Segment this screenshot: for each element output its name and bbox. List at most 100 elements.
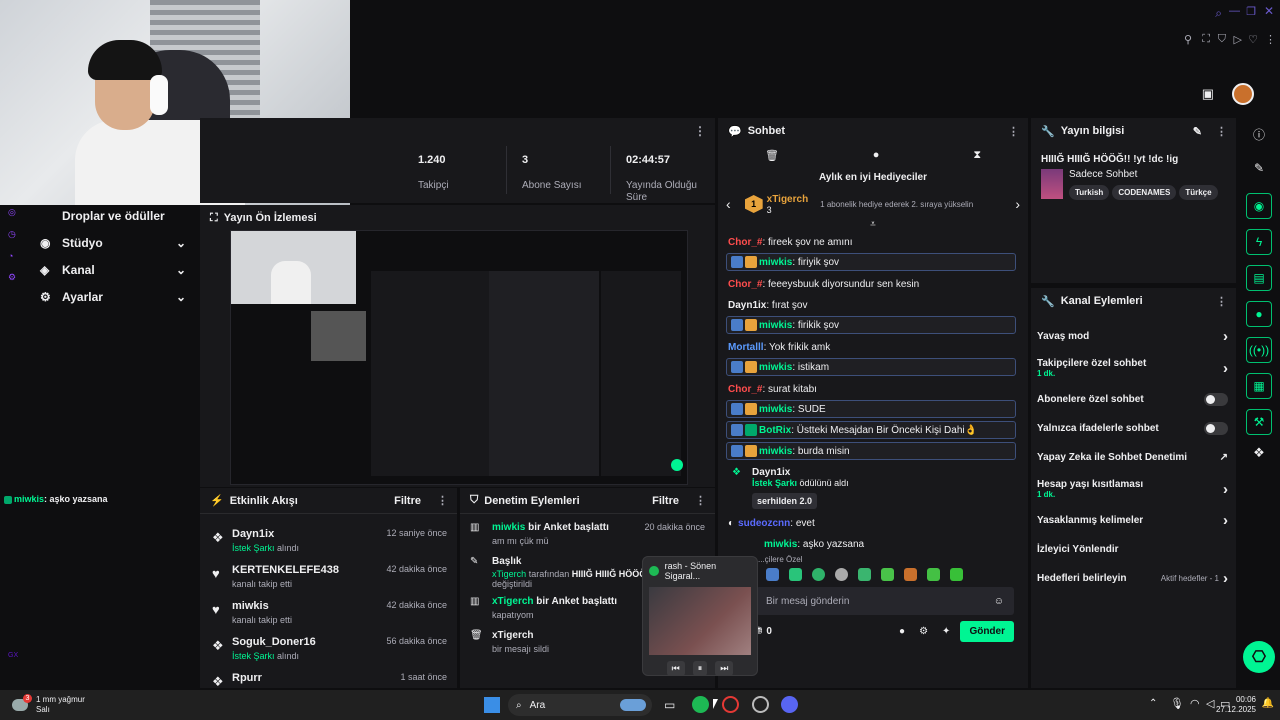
pencil-icon[interactable]: ✎ bbox=[1193, 125, 1202, 138]
chat-input[interactable]: Bir mesaj gönderin ☺ bbox=[756, 587, 1014, 615]
toggle-switch[interactable] bbox=[1204, 393, 1228, 406]
emote-icon[interactable] bbox=[904, 568, 917, 581]
nav-studio[interactable]: ◉ Stüdyo ⌄ bbox=[0, 229, 200, 256]
emote-icon[interactable] bbox=[950, 568, 963, 581]
toggle-switch[interactable] bbox=[1204, 422, 1228, 435]
channel-action-item[interactable]: Yapay Zeka ile Sohbet Denetimi ↗ bbox=[1031, 443, 1236, 472]
nav-channel[interactable]: ◈ Kanal ⌄ bbox=[0, 256, 200, 283]
channel-action-item[interactable]: Yalnızca ifadelerle sohbet bbox=[1031, 414, 1236, 443]
nav-settings[interactable]: ⚙ Ayarlar ⌄ bbox=[0, 283, 200, 310]
emote-icon[interactable] bbox=[881, 568, 894, 581]
pencil-icon[interactable]: ✎ bbox=[1238, 161, 1280, 175]
volume-icon[interactable]: ◁ bbox=[1206, 697, 1214, 710]
chat-bubble-icon[interactable]: ● bbox=[899, 626, 905, 637]
gift-icon[interactable]: ❖ bbox=[1238, 445, 1280, 461]
emote-icon[interactable] bbox=[766, 568, 779, 581]
chat-username[interactable]: miwkis bbox=[759, 320, 792, 331]
chat-username[interactable]: Dayn1ix bbox=[728, 300, 766, 311]
chat-username[interactable]: Chor_# bbox=[728, 384, 762, 395]
channel-action-item[interactable]: Hedefleri belirleyin Aktif hedefler - 1 › bbox=[1031, 564, 1236, 593]
chat-bubble-icon[interactable]: ● bbox=[873, 149, 880, 161]
weather-widget[interactable]: 3 1 mm yağmur Salı bbox=[0, 694, 200, 715]
channel-action-item[interactable]: Yavaş mod › bbox=[1031, 322, 1236, 351]
tag[interactable]: Turkish bbox=[1069, 185, 1110, 200]
previous-icon[interactable]: ⏮ bbox=[666, 661, 685, 676]
steam-icon[interactable] bbox=[752, 696, 769, 713]
emoji-icon[interactable]: ☺ bbox=[994, 596, 1004, 607]
chevron-right-icon[interactable]: › bbox=[1015, 196, 1020, 212]
chat-username[interactable]: BotRix bbox=[759, 425, 791, 436]
taskbar-clock[interactable]: 00:06 27.12.2025 bbox=[1216, 695, 1256, 715]
channel-action-item[interactable]: Hesap yaşı kısıtlaması 1 dk. › bbox=[1031, 472, 1236, 506]
settings-icon[interactable]: ⚙ bbox=[8, 272, 16, 283]
clock-icon[interactable]: ◷ bbox=[8, 229, 16, 240]
avatar[interactable] bbox=[1232, 83, 1254, 105]
chat-username[interactable]: miwkis bbox=[759, 362, 792, 373]
nav-drops[interactable]: Droplar ve ödüller bbox=[0, 202, 200, 229]
info-icon[interactable]: ⓘ bbox=[1238, 126, 1280, 143]
document-icon[interactable]: ▤ bbox=[1246, 265, 1272, 291]
microphone-icon[interactable]: 🎙 bbox=[1170, 697, 1184, 710]
play-icon[interactable]: ▷ bbox=[1234, 33, 1242, 46]
opera-gx-icon[interactable] bbox=[722, 696, 739, 713]
close-icon[interactable]: ✕ bbox=[1264, 4, 1274, 18]
pin-toggle-icon[interactable]: ⩡ bbox=[718, 219, 1028, 230]
category-thumbnail[interactable] bbox=[1041, 169, 1063, 199]
emote-icon[interactable] bbox=[927, 568, 940, 581]
sidebar-toggle-icon[interactable]: ▣ bbox=[1202, 86, 1214, 102]
more-icon[interactable]: ⋮ bbox=[1216, 295, 1227, 308]
search-icon[interactable]: ⌕ bbox=[1215, 6, 1222, 21]
chat-username[interactable]: miwkis bbox=[759, 257, 792, 268]
gear-icon[interactable]: ⚙ bbox=[919, 626, 928, 637]
taskbar-search[interactable]: ⌕ Ara bbox=[508, 694, 652, 716]
badge-icon[interactable]: ✦ bbox=[942, 626, 950, 637]
layout-icon[interactable]: ▦ bbox=[1246, 373, 1272, 399]
broadcast-icon[interactable]: ((•)) bbox=[1246, 337, 1272, 363]
restore-icon[interactable]: ❐ bbox=[1246, 5, 1256, 18]
channel-action-item[interactable]: Yasaklanmış kelimeler › bbox=[1031, 506, 1236, 535]
stream-preview-video[interactable] bbox=[230, 230, 688, 485]
more-icon[interactable]: ⋮ bbox=[437, 494, 448, 507]
shield-icon[interactable]: ⛉ bbox=[1218, 33, 1226, 46]
emote-icon[interactable] bbox=[858, 568, 871, 581]
emote-icon[interactable] bbox=[789, 568, 802, 581]
chat-icon[interactable]: ● bbox=[1246, 301, 1272, 327]
chat-username[interactable]: Mortalll bbox=[728, 342, 764, 353]
windows-start-icon[interactable] bbox=[484, 697, 500, 713]
task-view-icon[interactable]: ▭ bbox=[664, 698, 675, 712]
pin-icon[interactable]: ⚲ bbox=[1184, 33, 1192, 46]
hourglass-icon[interactable]: ⧗ bbox=[973, 149, 981, 162]
help-icon[interactable]: ⎔ bbox=[1243, 641, 1275, 673]
chat-username[interactable]: Chor_# bbox=[728, 237, 762, 248]
discord-icon[interactable] bbox=[781, 696, 798, 713]
wrench-icon[interactable]: ⚒ bbox=[1246, 409, 1272, 435]
more-icon[interactable]: ⋮ bbox=[694, 124, 706, 138]
chevron-up-icon[interactable]: ⌃ bbox=[1149, 698, 1157, 709]
tag[interactable]: Türkçe bbox=[1179, 185, 1218, 200]
tag[interactable]: CODENAMES bbox=[1112, 185, 1177, 200]
chart-icon[interactable]: ◔ bbox=[8, 251, 16, 261]
gift-icon[interactable]: ◎ bbox=[8, 207, 16, 218]
channel-action-item[interactable]: İzleyici Yönlendir bbox=[1031, 535, 1236, 564]
send-button[interactable]: Gönder bbox=[960, 621, 1014, 642]
lightning-icon[interactable]: ϟ bbox=[1246, 229, 1272, 255]
screenshot-icon[interactable]: ⛶ bbox=[1202, 33, 1210, 46]
spotify-preview-thumbnail[interactable] bbox=[649, 587, 751, 655]
chat-username[interactable]: miwkis bbox=[759, 404, 792, 415]
camera-icon[interactable]: ◉ bbox=[1246, 193, 1272, 219]
next-icon[interactable]: ⏭ bbox=[715, 661, 734, 676]
wifi-icon[interactable]: ◠ bbox=[1190, 697, 1200, 710]
more-icon[interactable]: ⋮ bbox=[695, 494, 706, 507]
minimize-icon[interactable]: — bbox=[1229, 5, 1240, 17]
emote-icon[interactable] bbox=[812, 568, 825, 581]
emote-icon[interactable] bbox=[835, 568, 848, 581]
more-icon[interactable]: ⋮ bbox=[1008, 125, 1019, 138]
filter-button[interactable]: Filtre bbox=[394, 495, 421, 507]
chat-username[interactable]: miwkis bbox=[759, 446, 792, 457]
pause-icon[interactable]: ⏸ bbox=[692, 661, 708, 676]
heart-icon[interactable]: ♡ bbox=[1248, 33, 1258, 46]
spotify-icon[interactable] bbox=[692, 696, 709, 713]
channel-action-item[interactable]: Takipçilere özel sohbet 1 dk. › bbox=[1031, 351, 1236, 385]
filter-button[interactable]: Filtre bbox=[652, 495, 679, 507]
trash-icon[interactable]: 🗑 bbox=[765, 149, 779, 162]
